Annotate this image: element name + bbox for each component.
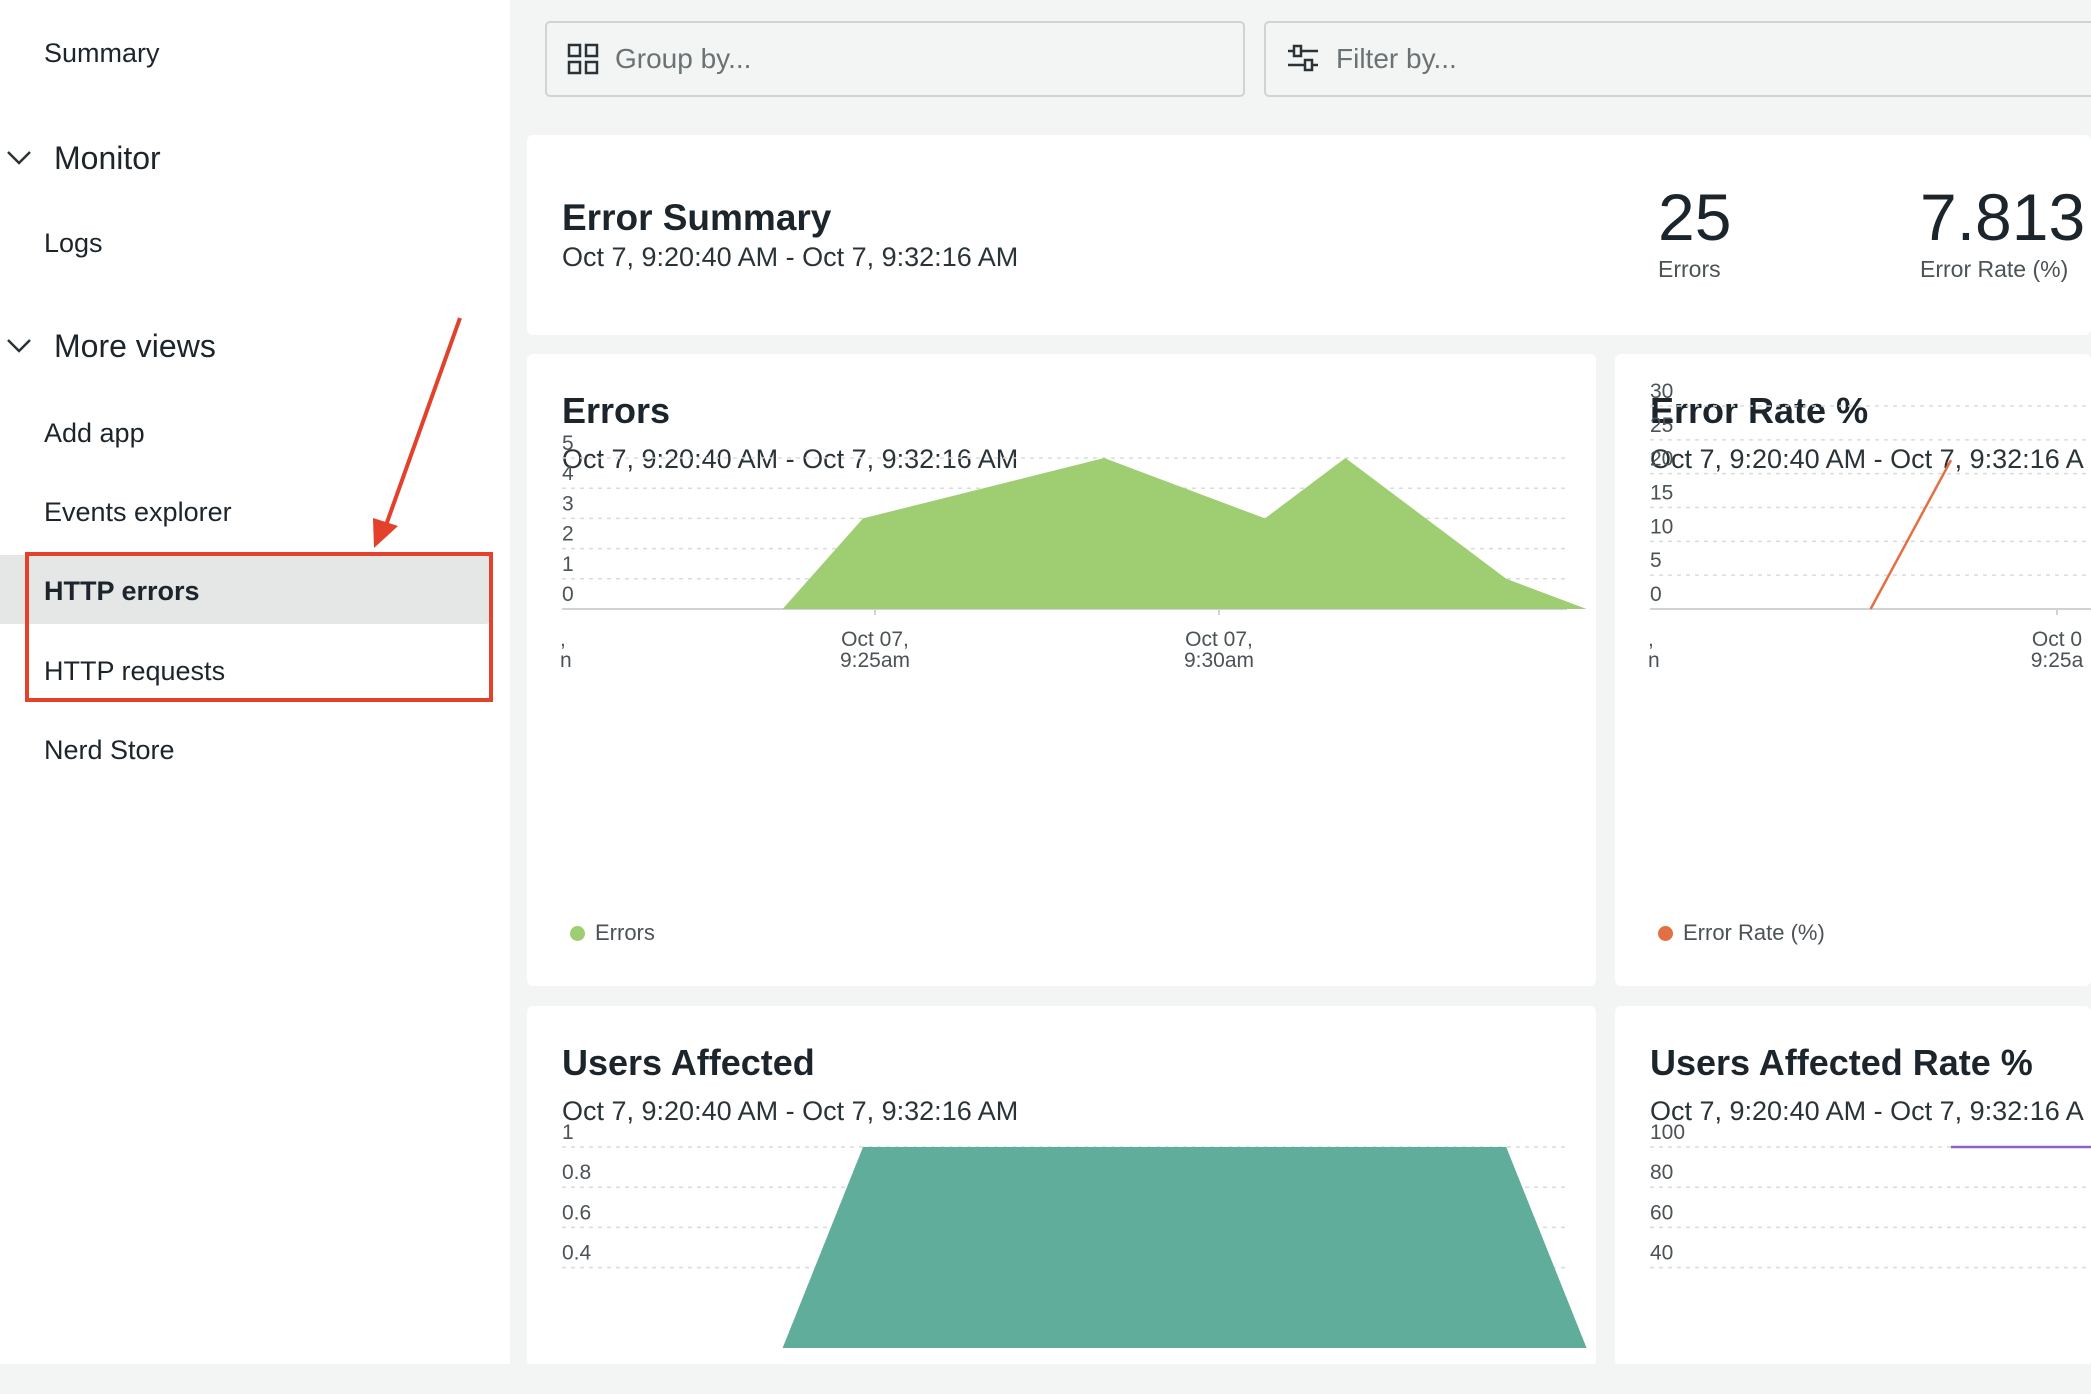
legend-swatch — [570, 925, 585, 941]
error-summary-card: Error Summary Oct 7, 9:20:40 AM - Oct 7,… — [527, 135, 2091, 335]
card-title: Error Summary — [562, 197, 832, 238]
x-tick-label-clipped: n — [1648, 649, 1660, 672]
y-tick-label: 5 — [1650, 549, 1662, 572]
y-tick-label: 1 — [562, 1121, 574, 1144]
users-affected-rate-chart: 100 80 60 40 — [1650, 1121, 2091, 1269]
errors-chart-card: Errors Oct 7, 9:20:40 AM - Oct 7, 9:32:1… — [527, 354, 1596, 986]
chevron-down-icon — [7, 151, 31, 165]
page-bottom-edge — [0, 1364, 2091, 1394]
users-affected-chart-card: Users Affected Oct 7, 9:20:40 AM - Oct 7… — [527, 1006, 1596, 1366]
users-affected-rate-chart-card: Users Affected Rate % Oct 7, 9:20:40 AM … — [1615, 1006, 2091, 1366]
chart-legend[interactable]: Error Rate (%) — [1658, 920, 1825, 946]
y-tick-label: 40 — [1650, 1242, 1673, 1265]
y-tick-label: 3 — [562, 492, 574, 515]
nav-section-label: Monitor — [54, 139, 161, 176]
x-tick-label: Oct 07, — [841, 628, 909, 651]
sidebar-item-logs[interactable]: Logs — [44, 228, 103, 259]
filter-by-input[interactable]: Filter by... — [1264, 21, 2091, 97]
annotation-highlight-box — [25, 552, 493, 702]
x-tick-label: 9:25am — [840, 649, 910, 672]
y-tick-label: 2 — [562, 523, 574, 546]
nav-section-monitor[interactable]: Monitor — [0, 128, 161, 188]
errors-count-label: Errors — [1658, 256, 1721, 282]
y-tick-label: 0.6 — [562, 1201, 591, 1224]
legend-label: Error Rate (%) — [1683, 920, 1825, 945]
y-tick-label: 100 — [1650, 1121, 1685, 1144]
group-by-input[interactable]: Group by... — [545, 21, 1245, 97]
y-tick-label: 30 — [1650, 380, 1673, 403]
card-time-range: Oct 7, 9:20:40 AM - Oct 7, 9:32:16 AM — [562, 242, 1019, 272]
filter-by-placeholder: Filter by... — [1336, 43, 1457, 74]
y-tick-label: 0 — [1650, 583, 1662, 606]
y-tick-label: 5 — [562, 432, 574, 455]
y-tick-label: 0.8 — [562, 1161, 591, 1184]
errors-chart: 543210Oct 07,9:25amOct 07,9:30am,n — [560, 432, 1587, 672]
nav-section-label: More views — [54, 327, 216, 364]
y-tick-label: 15 — [1650, 482, 1673, 505]
error-rate-label: Error Rate (%) — [1920, 256, 2069, 282]
x-tick-label: 9:30am — [1184, 649, 1254, 672]
filter-sliders-icon — [1288, 44, 1318, 72]
error-rate-chart-card: Error Rate % Oct 7, 9:20:40 AM - Oct 7, … — [1615, 354, 2091, 986]
grid-icon — [567, 43, 599, 75]
y-tick-label: 1 — [562, 553, 574, 576]
y-tick-label: 60 — [1650, 1201, 1673, 1224]
sidebar-item-summary[interactable]: Summary — [44, 38, 160, 69]
y-tick-label: 4 — [562, 462, 574, 485]
chart-legend[interactable]: Errors — [570, 920, 655, 946]
nav-section-more-views[interactable]: More views — [0, 316, 216, 376]
error-rate-chart: 30 25 20 15 10 5 0 Oct 09:25a,n — [1648, 380, 2091, 672]
main-content: Group by... Filter by... Error Summary O… — [510, 0, 2091, 1366]
x-tick-label: Oct 07, — [1185, 628, 1253, 651]
x-tick-label-clipped: , — [560, 628, 566, 651]
y-tick-label: 80 — [1650, 1161, 1673, 1184]
x-tick-label: Oct 0 — [2032, 628, 2082, 651]
x-tick-label-clipped: n — [560, 649, 572, 672]
y-tick-label: 25 — [1650, 414, 1673, 437]
annotation-arrow — [373, 317, 462, 548]
chevron-down-icon — [7, 339, 31, 353]
x-tick-label-clipped: , — [1648, 628, 1654, 651]
users-affected-chart: 1 0.8 0.6 0.4 — [562, 1121, 1587, 1348]
y-tick-label: 0 — [562, 583, 574, 606]
sidebar-item-events-explorer[interactable]: Events explorer — [44, 497, 232, 528]
line-series — [1869, 459, 1953, 610]
errors-count: 25 — [1658, 180, 1732, 254]
area-series — [782, 458, 1587, 609]
sidebar-item-add-app[interactable]: Add app — [44, 418, 145, 449]
sidebar: Summary Monitor Logs More views Add app … — [0, 0, 510, 1364]
y-tick-label: 20 — [1650, 448, 1673, 471]
y-tick-label: 10 — [1650, 515, 1673, 538]
error-rate-value: 7.813 — [1920, 180, 2086, 254]
x-tick-label: 9:25a — [2031, 649, 2084, 672]
group-by-placeholder: Group by... — [615, 43, 752, 74]
y-tick-label: 0.4 — [562, 1242, 592, 1265]
area-series — [782, 1147, 1587, 1348]
legend-swatch — [1658, 925, 1673, 941]
legend-label: Errors — [595, 920, 655, 945]
sidebar-item-nerd-store[interactable]: Nerd Store — [44, 735, 175, 766]
